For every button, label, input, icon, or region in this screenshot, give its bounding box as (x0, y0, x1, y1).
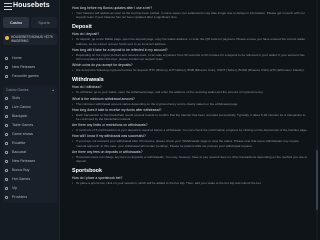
faq-question: Are there any fees on deposits or withdr… (72, 149, 143, 154)
faq-question: What is the minimum withdrawal amount? (72, 96, 135, 101)
sidebar-item-label: Roulette (12, 141, 26, 145)
faq-answer: We accept the following cryptocurrencies… (72, 68, 309, 72)
sidebar-item-label: Live Casino (12, 105, 31, 109)
faq-answer: To withdraw, go to your wallet, open the… (72, 90, 309, 94)
faq-question: How long does it take to receive my fund… (72, 107, 162, 112)
sidebar: Housebets Casino Sports HOUSEBETS BONUS … (0, 0, 60, 240)
sidebar-item-providers[interactable]: Providers (3, 193, 57, 201)
sidebar-item-game-shows[interactable]: Game shows (3, 130, 57, 138)
faq-answer: The minimum withdrawal amount varies dep… (72, 102, 309, 106)
section-title-withdrawals: Withdrawals (72, 77, 104, 84)
promo-banner[interactable]: HOUSEBETS BONUS +$77K WAGERING (3, 33, 57, 45)
faq-answer-text: To withdraw, go to your wallet, open the… (72, 90, 309, 94)
sidebar-item-label: New Releases (12, 65, 36, 69)
faq-answer-text: Your balance will update as soon as the … (72, 11, 309, 19)
table-icon (5, 123, 8, 127)
faq-answer: To place a sports bet, click on your sel… (72, 181, 309, 185)
sidebar-item-hot-games[interactable]: Hot Games (3, 175, 57, 183)
group-heading[interactable]: Casino Games ▴ (3, 87, 57, 94)
sidebar-item-label: New Releases (12, 159, 36, 163)
sidebar-item-slots[interactable]: Slots (3, 94, 57, 102)
grid-icon (5, 195, 8, 199)
sidebar-item-label: Table Games (12, 123, 34, 127)
faq-content: How long before my Bonus updates after I… (62, 0, 317, 240)
faq-answer: Depending on the crypto product and netw… (72, 53, 309, 61)
sidebar-item-label: Blackjack (12, 114, 28, 118)
tab-sports[interactable]: Sports (31, 17, 57, 28)
hamburger-menu-icon[interactable] (4, 3, 12, 10)
faq-answer: A minimum of 5 confirmations of your dep… (72, 128, 309, 132)
faq-question: How do I withdraw? (72, 85, 102, 90)
faq-answer-text: To deposit, go to the Wallet page, open … (72, 37, 309, 45)
casino-sports-switch: Casino Sports (3, 17, 57, 28)
crown-icon (5, 186, 8, 190)
sidebar-item-label: Baccarat (12, 150, 27, 154)
sidebar-item-label: Slots (12, 96, 20, 100)
cards-icon (5, 114, 8, 118)
live-icon (5, 105, 8, 109)
faq-question: How do I deposit? (72, 32, 100, 37)
faq-answer-text: Depending on the crypto product and netw… (72, 53, 309, 61)
tab-casino[interactable]: Casino (3, 17, 29, 28)
sidebar-item-label: Providers (12, 195, 28, 199)
roulette-icon (5, 141, 8, 145)
sidebar-item-label: Home (12, 56, 22, 60)
gift-icon (5, 168, 8, 172)
faq-answer-text: If you have not received your withdrawal… (72, 139, 309, 147)
faq-answer-text: To place a sports bet, click on your sel… (72, 181, 309, 185)
faq-question: Which coins do you accept for deposits? (72, 63, 133, 68)
faq-question: How long before my Bonus updates after I… (72, 6, 153, 10)
faq-answer: If you have not received your withdrawal… (72, 139, 309, 147)
chip-icon (5, 150, 8, 154)
sidebar-item-live-casino[interactable]: Live Casino (3, 103, 57, 111)
promo-line-2: WAGERING (11, 39, 29, 43)
sidebar-item-new-releases-games[interactable]: New Releases (3, 157, 57, 165)
sidebar-item-favourite-games[interactable]: Favourite games (3, 72, 57, 80)
faq-answer-text: We accept the following cryptocurrencies… (72, 68, 309, 72)
page-scrollbar[interactable] (316, 0, 318, 240)
scrollbar-thumb[interactable] (316, 150, 318, 210)
sidebar-item-label: Hot Games (12, 177, 31, 181)
primary-nav: Home New Releases Favourite games (3, 54, 57, 81)
sidebar-item-new-releases[interactable]: New Releases (3, 63, 57, 71)
fire-icon (5, 177, 8, 181)
faq-answer: Your balance will update as soon as the … (72, 11, 309, 19)
faq-question: Are there any limits or restrictions on … (72, 123, 148, 128)
faq-question: How long will it take for a deposit to b… (72, 47, 168, 52)
star-icon (5, 65, 8, 69)
sidebar-item-label: Vip (12, 186, 18, 190)
heart-icon (5, 74, 8, 78)
faq-answer: Each transaction on the blockchain needs… (72, 113, 309, 121)
sidebar-item-home[interactable]: Home (3, 54, 57, 62)
faq-answer-text: A minimum of 5 confirmations of your dep… (72, 128, 309, 132)
casino-games-group: Casino Games ▴ Slots Live Casino Blackjac… (3, 86, 57, 203)
faq-answer: Housebets does not charge any fees on de… (72, 155, 309, 163)
section-title-sportsbook: Sportsbook (72, 168, 102, 175)
sidebar-item-bonus-buy[interactable]: Bonus Buy (3, 166, 57, 174)
group-heading-label: Casino Games (6, 88, 29, 92)
faq-answer-text: The minimum withdrawal amount varies dep… (72, 102, 309, 106)
sidebar-item-label: Game shows (12, 132, 33, 136)
sidebar-item-table-games[interactable]: Table Games (3, 121, 57, 129)
chevron-up-icon: ▴ (52, 88, 54, 92)
sidebar-item-baccarat[interactable]: Baccarat (3, 148, 57, 156)
bonus-coin-icon (5, 36, 9, 40)
section-title-deposit: Deposit (72, 24, 92, 31)
tv-icon (5, 132, 8, 136)
sidebar-item-roulette[interactable]: Roulette (3, 139, 57, 147)
sidebar-item-vip[interactable]: Vip (3, 184, 57, 192)
star-icon (5, 159, 8, 163)
faq-answer: To deposit, go to the Wallet page, open … (72, 37, 309, 45)
logo[interactable]: Housebets (13, 2, 50, 9)
sidebar-item-label: Bonus Buy (12, 168, 30, 172)
sidebar-item-label: Favourite games (12, 74, 39, 78)
faq-answer-text: Housebets does not charge any fees on de… (72, 155, 309, 163)
faq-question: How do I place a sportsbook bet? (72, 176, 123, 181)
faq-question: How will I know if my withdrawal was suc… (72, 134, 146, 139)
sidebar-item-blackjack[interactable]: Blackjack (3, 112, 57, 120)
faq-answer-text: Each transaction on the blockchain needs… (72, 113, 309, 121)
slots-icon (5, 96, 8, 100)
home-icon (5, 56, 8, 60)
